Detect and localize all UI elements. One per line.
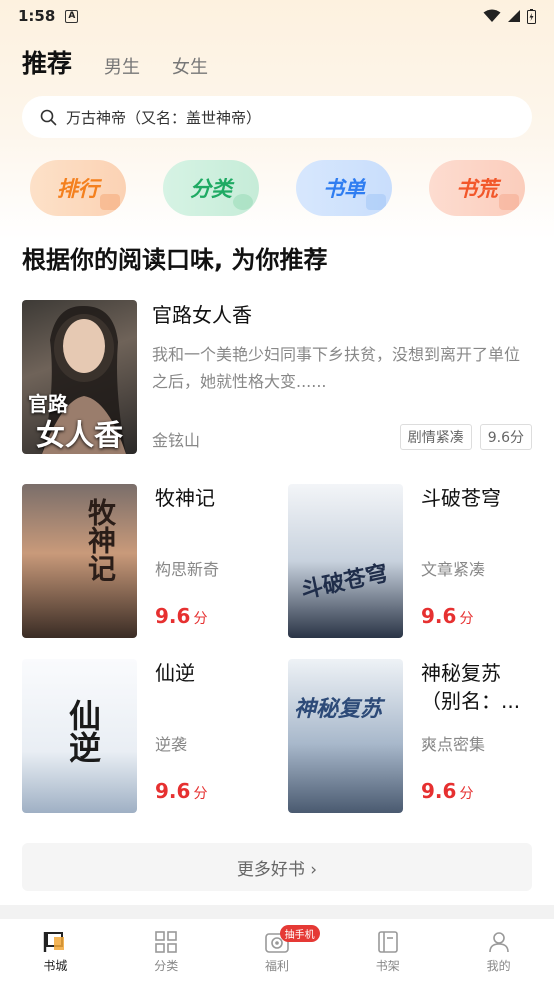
tab-female[interactable]: 女生 xyxy=(172,53,208,80)
nav-category-label: 分类 xyxy=(154,958,179,973)
book-cover: 仙逆 xyxy=(22,659,137,813)
book-title: 仙逆 xyxy=(155,661,195,685)
book-icon xyxy=(377,930,398,953)
featured-title[interactable]: 官路女人香 xyxy=(152,299,252,328)
status-time: 1:58 xyxy=(18,7,56,25)
nav-welfare[interactable]: 福利 抽手机 xyxy=(222,919,333,984)
header-tabs: 推荐 男生 女生 xyxy=(22,44,208,80)
featured-tags: 剧情紧凑 9.6分 xyxy=(399,424,532,450)
book-card[interactable]: 神秘复苏 神秘复苏（别名：... 爽点密集 9.6 分 xyxy=(288,659,532,814)
nav-bookstore[interactable]: 书城 xyxy=(0,919,111,984)
search-icon xyxy=(40,109,57,125)
book-title: 斗破苍穹 xyxy=(421,486,501,510)
book-score-value: 9.6 xyxy=(155,779,191,803)
status-bar: 1:58 A xyxy=(0,0,554,32)
book-tagline: 爽点密集 xyxy=(421,735,486,754)
section-title: 根据你的阅读口味, 为你推荐 xyxy=(22,246,328,274)
category-label: 分类 xyxy=(190,177,232,201)
book-score: 9.6 分 xyxy=(421,779,473,803)
ranking-button[interactable]: 排行 xyxy=(30,160,126,216)
featured-author: 金铉山 xyxy=(152,431,201,450)
nav-category[interactable]: 分类 xyxy=(111,919,222,984)
more-books-button[interactable]: 更多好书 › xyxy=(22,843,532,891)
welfare-badge: 抽手机 xyxy=(279,925,320,942)
book-tagline: 文章紧凑 xyxy=(421,560,486,579)
category-button[interactable]: 分类 xyxy=(163,160,259,216)
book-cover: 牧神记 xyxy=(22,484,137,638)
book-shortage-label: 书荒 xyxy=(456,177,498,201)
book-cover-title: 神秘复苏 xyxy=(294,697,383,722)
category-deco-icon xyxy=(233,194,253,210)
book-cover-title: 斗破苍穹 xyxy=(298,561,391,604)
booklist-button[interactable]: 书单 xyxy=(296,160,392,216)
notification-icon: A xyxy=(65,9,79,23)
featured-tag-score: 9.6分 xyxy=(479,424,532,450)
book-shortage-button[interactable]: 书荒 xyxy=(429,160,525,216)
book-cover-title: 牧神记 xyxy=(84,498,117,582)
book-score-value: 9.6 xyxy=(155,604,191,628)
wifi-icon xyxy=(483,9,501,22)
book-cover-title: 仙逆 xyxy=(64,699,102,763)
battery-icon xyxy=(527,8,536,24)
booklist-deco-icon xyxy=(366,194,386,210)
featured-cover-title-2: 女人香 xyxy=(36,418,124,452)
bottom-nav: 书城 分类 福利 抽手机 书架 我的 xyxy=(0,919,554,984)
book-shortage-deco-icon xyxy=(499,194,519,210)
book-title: 神秘复苏（别名：... xyxy=(421,661,521,713)
grid-icon xyxy=(155,930,177,953)
status-icons xyxy=(483,8,536,24)
book-card[interactable]: 斗破苍穹 斗破苍穹 文章紧凑 9.6 分 xyxy=(288,484,532,639)
tab-male[interactable]: 男生 xyxy=(104,53,140,80)
book-card[interactable]: 牧神记 牧神记 构思新奇 9.6 分 xyxy=(22,484,266,639)
nav-bookshelf[interactable]: 书架 xyxy=(332,919,443,984)
signal-icon xyxy=(508,10,520,22)
book-score-unit: 分 xyxy=(193,611,208,627)
book-title: 牧神记 xyxy=(155,486,215,510)
book-score: 9.6 分 xyxy=(155,604,207,628)
book-score-unit: 分 xyxy=(459,611,474,627)
book-card[interactable]: 仙逆 仙逆 逆袭 9.6 分 xyxy=(22,659,266,814)
nav-mine-label: 我的 xyxy=(486,958,511,973)
ranking-deco-icon xyxy=(100,194,120,210)
book-score-unit: 分 xyxy=(459,786,474,802)
nav-mine[interactable]: 我的 xyxy=(443,919,554,984)
nav-bookshelf-label: 书架 xyxy=(375,958,400,973)
category-shortcuts: 排行 分类 书单 书荒 xyxy=(30,160,530,218)
booklist-label: 书单 xyxy=(323,177,365,201)
featured-tag-genre: 剧情紧凑 xyxy=(399,424,472,450)
book-score: 9.6 分 xyxy=(155,779,207,803)
book-score-value: 9.6 xyxy=(421,604,457,628)
tab-recommend[interactable]: 推荐 xyxy=(22,44,72,80)
ranking-label: 排行 xyxy=(57,177,99,201)
book-tagline: 逆袭 xyxy=(155,735,188,754)
book-cover: 斗破苍穹 xyxy=(288,484,403,638)
person-icon xyxy=(488,931,509,952)
featured-description: 我和一个美艳少妇同事下乡扶贫，没想到离开了单位之后，她就性格大变...... xyxy=(152,345,521,391)
search-text: 万古神帝（又名：盖世神帝） xyxy=(66,108,262,127)
book-cover: 神秘复苏 xyxy=(288,659,403,813)
search-bar[interactable]: 万古神帝（又名：盖世神帝） xyxy=(22,96,532,138)
nav-bookstore-label: 书城 xyxy=(43,958,68,973)
nav-welfare-label: 福利 xyxy=(264,958,289,973)
book-tagline: 构思新奇 xyxy=(155,560,220,579)
book-score-unit: 分 xyxy=(193,786,208,802)
divider xyxy=(0,905,554,919)
book-score: 9.6 分 xyxy=(421,604,473,628)
flag-icon xyxy=(44,931,65,952)
featured-cover[interactable]: 官路 女人香 xyxy=(22,300,137,454)
book-score-value: 9.6 xyxy=(421,779,457,803)
